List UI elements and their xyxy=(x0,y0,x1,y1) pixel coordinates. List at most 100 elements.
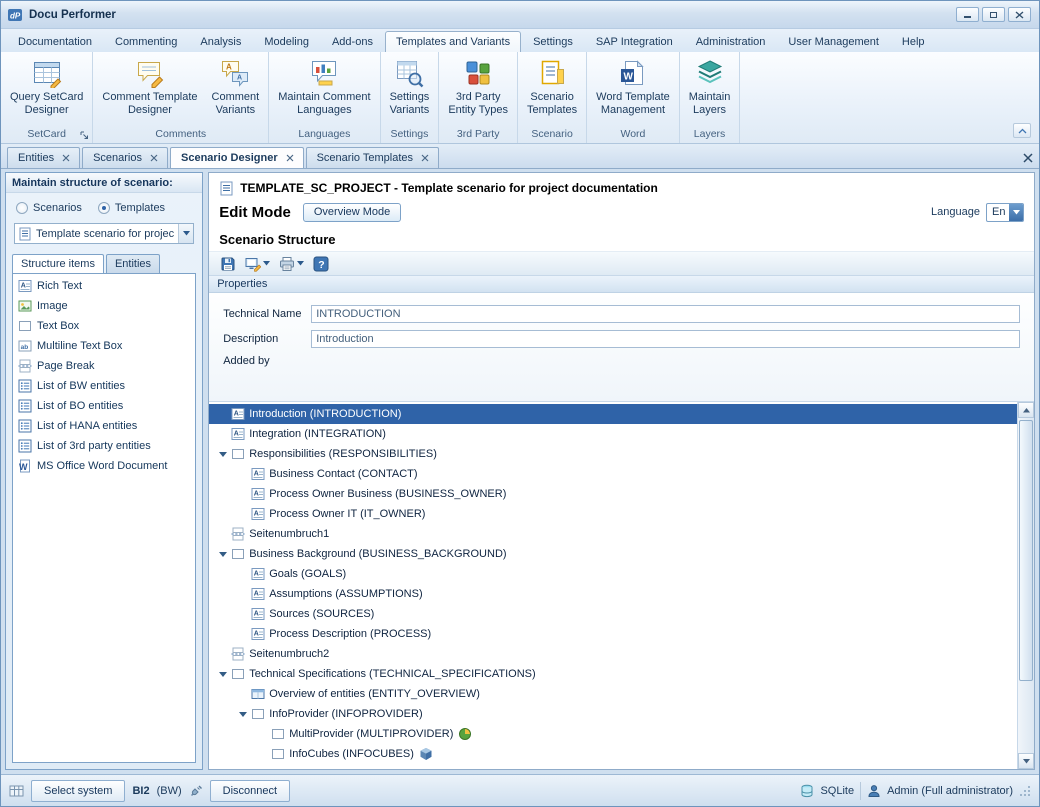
close-button[interactable] xyxy=(1008,7,1031,22)
ribbon-button-3rd-party-entity-types[interactable]: 3rd PartyEntity Types xyxy=(441,54,515,127)
tree-item-integration-integration[interactable]: AIntegration (INTEGRATION) xyxy=(209,424,1017,444)
tree-item-infoprovider-infoprovider[interactable]: InfoProvider (INFOPROVIDER) xyxy=(209,704,1017,724)
rich-text-icon: A xyxy=(251,587,265,601)
menu-tab-help[interactable]: Help xyxy=(891,31,936,52)
template-dropdown[interactable]: Template scenario for projec xyxy=(14,223,194,244)
structure-item-multiline-text-box[interactable]: abMultiline Text Box xyxy=(13,336,195,356)
structure-item-page-break[interactable]: Page Break xyxy=(13,356,195,376)
description-input[interactable] xyxy=(311,330,1020,348)
menu-tab-user-management[interactable]: User Management xyxy=(777,31,890,52)
language-combo[interactable]: En xyxy=(986,203,1024,222)
document-tab-entities[interactable]: Entities xyxy=(7,147,80,168)
menu-tab-sap-integration[interactable]: SAP Integration xyxy=(585,31,684,52)
tree-item-label: Overview of entities (ENTITY_OVERVIEW) xyxy=(269,688,480,700)
print-button[interactable] xyxy=(276,254,307,274)
minimize-button[interactable] xyxy=(956,7,979,22)
tree-item-goals-goals[interactable]: AGoals (GOALS) xyxy=(209,564,1017,584)
menu-tab-templates-and-variants[interactable]: Templates and Variants xyxy=(385,31,521,52)
structure-item-list-of-bw-entities[interactable]: List of BW entities xyxy=(13,376,195,396)
structure-item-rich-text[interactable]: ARich Text xyxy=(13,276,195,296)
document-tab-scenarios[interactable]: Scenarios xyxy=(82,147,168,168)
expander-icon[interactable] xyxy=(235,710,251,718)
tree-item-overview-of-entities-entity-overview[interactable]: Overview of entities (ENTITY_OVERVIEW) xyxy=(209,684,1017,704)
expander-icon[interactable] xyxy=(215,670,231,678)
menu-tab-modeling[interactable]: Modeling xyxy=(253,31,320,52)
menu-tab-administration[interactable]: Administration xyxy=(685,31,777,52)
radio-templates[interactable]: Templates xyxy=(98,202,165,214)
structure-item-image[interactable]: Image xyxy=(13,296,195,316)
tree-item-seitenumbruch2[interactable]: Seitenumbruch2 xyxy=(209,644,1017,664)
structure-item-ms-office-word-document[interactable]: WMS Office Word Document xyxy=(13,456,195,476)
radio-scenarios[interactable]: Scenarios xyxy=(16,202,82,214)
tree-item-process-owner-it-it-owner[interactable]: AProcess Owner IT (IT_OWNER) xyxy=(209,504,1017,524)
tab-close-icon[interactable] xyxy=(150,154,158,162)
overview-mode-button[interactable]: Overview Mode xyxy=(303,203,401,222)
scroll-up-button[interactable] xyxy=(1018,402,1034,418)
tree-scrollbar[interactable] xyxy=(1017,402,1034,769)
structure-item-text-box[interactable]: Text Box xyxy=(13,316,195,336)
rich-text-icon: A xyxy=(251,567,265,581)
radio-circle[interactable] xyxy=(16,202,28,214)
expander-icon[interactable] xyxy=(215,550,231,558)
expander-icon[interactable] xyxy=(215,450,231,458)
ribbon-button-maintain-comment-languages[interactable]: Maintain CommentLanguages xyxy=(271,54,377,127)
chevron-down-icon[interactable] xyxy=(1009,204,1023,221)
disconnect-button[interactable]: Disconnect xyxy=(210,780,290,802)
help-button[interactable]: ? xyxy=(310,254,332,274)
tabbar-close-button[interactable] xyxy=(1023,153,1033,163)
tree-item-sources-sources[interactable]: ASources (SOURCES) xyxy=(209,604,1017,624)
tab-close-icon[interactable] xyxy=(286,154,294,162)
ribbon-button-maintain-layers[interactable]: MaintainLayers xyxy=(682,54,738,127)
tree-item-business-background-business-background[interactable]: Business Background (BUSINESS_BACKGROUND… xyxy=(209,544,1017,564)
scrollbar-thumb[interactable] xyxy=(1019,420,1033,681)
sidebar-tab-structure-items[interactable]: Structure items xyxy=(12,254,104,273)
chevron-down-icon[interactable] xyxy=(178,224,193,243)
sidebar-splitter[interactable] xyxy=(204,172,207,770)
structure-item-list-of-bo-entities[interactable]: List of BO entities xyxy=(13,396,195,416)
save-icon xyxy=(220,256,236,272)
tree-item-technical-specifications-technical-specifications[interactable]: Technical Specifications (TECHNICAL_SPEC… xyxy=(209,664,1017,684)
structure-item-list-of-hana-entities[interactable]: List of HANA entities xyxy=(13,416,195,436)
tree-item-process-description-process[interactable]: AProcess Description (PROCESS) xyxy=(209,624,1017,644)
rich-text-icon: A xyxy=(251,607,265,621)
document-icon xyxy=(219,181,234,196)
tree-item-assumptions-assumptions[interactable]: AAssumptions (ASSUMPTIONS) xyxy=(209,584,1017,604)
menu-tab-settings[interactable]: Settings xyxy=(522,31,584,52)
tree-item-label: Responsibilities (RESPONSIBILITIES) xyxy=(249,448,437,460)
technical-name-input[interactable] xyxy=(311,305,1020,323)
display-settings-button[interactable] xyxy=(242,254,273,274)
tab-close-icon[interactable] xyxy=(421,154,429,162)
ribbon-button-settings-variants[interactable]: SettingsVariants xyxy=(383,54,437,127)
menu-tab-analysis[interactable]: Analysis xyxy=(189,31,252,52)
ribbon-button-query-setcard-designer[interactable]: Query SetCardDesigner xyxy=(3,54,90,127)
ribbon-button-comment-variants[interactable]: AACommentVariants xyxy=(205,54,267,127)
menu-tab-documentation[interactable]: Documentation xyxy=(7,31,103,52)
radio-circle[interactable] xyxy=(98,202,110,214)
scroll-down-button[interactable] xyxy=(1018,753,1034,769)
resize-grip-icon[interactable] xyxy=(1019,785,1031,797)
ribbon-button-scenario-templates[interactable]: ScenarioTemplates xyxy=(520,54,584,127)
save-button[interactable] xyxy=(217,254,239,274)
structure-item-list-of-3rd-party-entities[interactable]: List of 3rd party entities xyxy=(13,436,195,456)
select-system-button[interactable]: Select system xyxy=(31,780,125,802)
tab-close-icon[interactable] xyxy=(62,154,70,162)
tree-item-business-contact-contact[interactable]: ABusiness Contact (CONTACT) xyxy=(209,464,1017,484)
tree-item-process-owner-business-business-owner[interactable]: AProcess Owner Business (BUSINESS_OWNER) xyxy=(209,484,1017,504)
menu-tab-add-ons[interactable]: Add-ons xyxy=(321,31,384,52)
sidebar-tab-entities[interactable]: Entities xyxy=(106,254,160,273)
menu-tab-commenting[interactable]: Commenting xyxy=(104,31,188,52)
tree-item-multiprovider-multiprovider[interactable]: MultiProvider (MULTIPROVIDER) xyxy=(209,724,1017,744)
scenario-type-radios: Scenarios Templates xyxy=(6,193,202,223)
ribbon-collapse-button[interactable] xyxy=(1013,123,1031,138)
scrollbar-track[interactable] xyxy=(1018,418,1034,753)
ribbon-button-comment-template-designer[interactable]: Comment TemplateDesigner xyxy=(95,54,204,127)
dialog-launcher-icon[interactable] xyxy=(80,131,89,140)
ribbon-button-word-template-management[interactable]: WWord TemplateManagement xyxy=(589,54,677,127)
document-tab-scenario-designer[interactable]: Scenario Designer xyxy=(170,147,304,168)
document-tab-scenario-templates[interactable]: Scenario Templates xyxy=(306,147,439,168)
tree-item-infocubes-infocubes[interactable]: InfoCubes (INFOCUBES) xyxy=(209,744,1017,764)
tree-item-seitenumbruch1[interactable]: Seitenumbruch1 xyxy=(209,524,1017,544)
tree-item-responsibilities-responsibilities[interactable]: Responsibilities (RESPONSIBILITIES) xyxy=(209,444,1017,464)
tree-item-introduction-introduction[interactable]: AIntroduction (INTRODUCTION) xyxy=(209,404,1017,424)
maximize-button[interactable] xyxy=(982,7,1005,22)
